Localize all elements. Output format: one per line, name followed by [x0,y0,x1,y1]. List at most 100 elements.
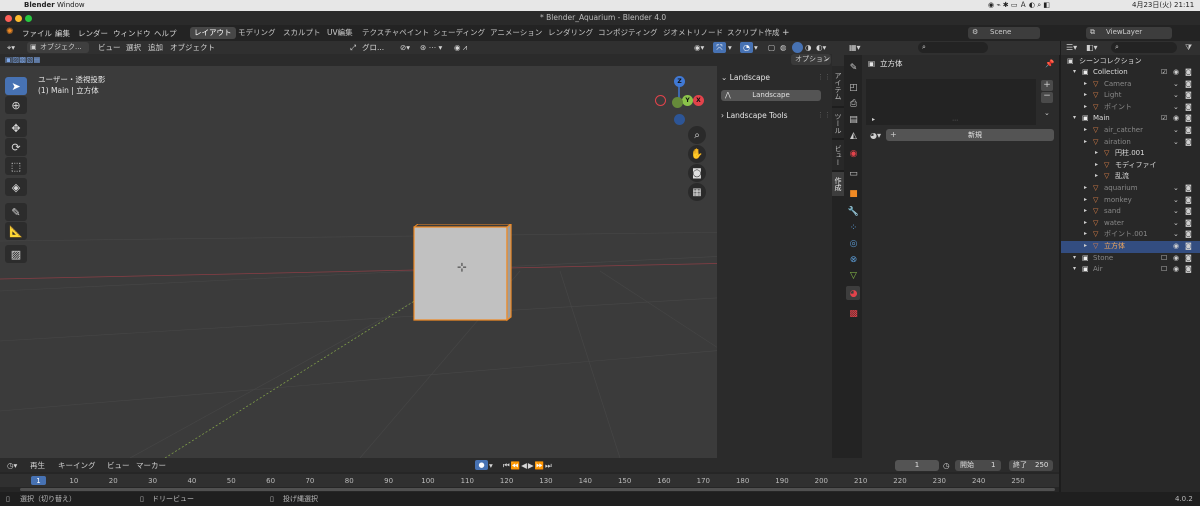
eye-icon[interactable]: ⌄ [1173,185,1179,192]
gizmo-toggle-icon[interactable]: ⤧ [713,42,726,53]
exclude-checkbox[interactable]: ☑ [1161,69,1167,76]
tab-tool[interactable]: ツール [832,108,844,138]
world-props-icon[interactable]: ◉ [848,148,859,159]
zoom-icon[interactable]: ⌕ [688,126,706,144]
render-camera-icon[interactable]: ◙ [1185,80,1192,88]
eye-icon[interactable]: ◉ [1173,69,1179,76]
eye-icon[interactable]: ⌄ [1173,196,1179,204]
tab-texture-paint[interactable]: テクスチャペイント [358,27,433,39]
eye-icon[interactable]: ◉ [1173,243,1179,250]
eye-icon[interactable]: ⌄ [1173,231,1179,238]
solid-shading-icon[interactable] [792,42,803,53]
menu-marker[interactable]: マーカー [136,461,166,470]
tab-rendering[interactable]: レンダリング [544,27,597,39]
add-cube-tool[interactable]: ▨ [5,245,27,263]
outliner-row[interactable]: ▸ ▽ 乱流 [1061,171,1200,183]
render-camera-icon[interactable]: ◙ [1185,138,1192,146]
eye-icon[interactable]: ⌄ [1173,103,1179,111]
gizmo-neg-y-icon[interactable] [672,97,683,108]
texture-props-icon[interactable]: ▩ [848,308,859,319]
slot-menu-icon[interactable]: ⌄ [1044,110,1050,117]
landscape-button[interactable]: ⋀ Landscape [721,90,821,101]
xray-icon[interactable]: ▢ [768,43,775,52]
new-material-button[interactable]: + 新規 [886,129,1054,141]
outliner-row[interactable]: ▸ ▽ Light ⌄ ◙ [1061,90,1200,102]
exclude-checkbox[interactable]: ☐ [1161,254,1167,262]
outliner-row[interactable]: ▾ ▣ Collection ☑ ◉ ◙ [1061,67,1200,79]
close-window-button[interactable] [5,14,12,22]
outliner-row[interactable]: ▸ ▽ Camera ⌄ ◙ [1061,79,1200,91]
tool-props-icon[interactable]: ✎ [848,62,859,73]
keying-set-icon[interactable]: ▾ [489,461,493,470]
expand-toggle-icon[interactable]: ▾ [1073,115,1076,121]
pin-icon[interactable]: 📌 [1045,60,1054,68]
landscape-header[interactable]: ⌄ Landscape [721,74,770,82]
render-camera-icon[interactable]: ◙ [1185,196,1192,204]
material-slots-list[interactable] [866,79,1036,125]
display-mode-icon[interactable]: ◧▾ [1086,44,1098,52]
eye-icon[interactable]: ⌄ [1173,219,1179,227]
expand-toggle-icon[interactable]: ▾ [1073,266,1076,272]
3d-viewport[interactable]: ⌖▾ ▣ オブジェク... ビュー 選択 追加 オブジェクト ⤢ グロ... ⊘… [0,41,832,458]
proportional-edit-icon[interactable]: ◉ ⩘ [454,43,467,52]
outliner-row[interactable]: ▸ ▽ 立方体 ◉ ◙ [1061,241,1200,253]
eye-icon[interactable]: ⌄ [1173,138,1179,146]
outliner-row[interactable]: ▸ ▽ ポイント ⌄ ◙ [1061,102,1200,114]
wireframe-shading-icon[interactable]: ◍ [780,43,787,52]
render-camera-icon[interactable]: ◙ [1185,254,1192,262]
drag-handle-icon[interactable]: ⋮⋮ [817,74,831,81]
output-props-icon[interactable]: ⎙ [848,98,859,109]
material-props-icon[interactable]: ◕ [848,288,859,299]
object-props-icon[interactable]: ■ [848,188,859,199]
expand-toggle-icon[interactable]: ▸ [1084,92,1087,98]
outliner-row[interactable]: ▸ ▽ airation ⌄ ◙ [1061,137,1200,149]
tab-modeling[interactable]: モデリング [234,27,280,39]
modifier-props-icon[interactable]: 🔧 [848,206,859,217]
app-menu[interactable]: Blender [24,2,55,9]
playback-controls-icon[interactable]: ⏮⏪◀▶⏩⏭ [503,461,553,470]
outliner-row[interactable]: ▸ ▽ monkey ⌄ ◙ [1061,195,1200,207]
render-props-icon[interactable]: ◰ [848,82,859,93]
select-box-mode-icons[interactable]: ▣▨▩▧▦ [5,55,40,64]
render-camera-icon[interactable]: ◙ [1185,185,1192,192]
expand-toggle-icon[interactable]: ▸ [1084,231,1087,237]
outliner-row[interactable]: ▸ ▽ モディファイ [1061,160,1200,172]
start-frame-field[interactable]: 開始 1 [955,460,1001,471]
mode-selector[interactable]: ▣ オブジェク... [27,42,89,53]
filter-icon[interactable]: ⧩ [1185,44,1192,52]
gizmo-neg-x-icon[interactable] [655,95,666,106]
outliner-row[interactable]: ▾ ▣ Stone ☐ ◉ ◙ [1061,253,1200,265]
outliner-row[interactable]: ▸ ▽ 円柱.001 [1061,148,1200,160]
menu-keying[interactable]: キーイング [58,461,96,470]
outliner-row[interactable]: ▸ ▽ sand ⌄ ◙ [1061,206,1200,218]
tab-compositing[interactable]: コンポジティング [594,27,662,39]
outliner-row[interactable]: ▸ ▽ air_catcher ⌄ ◙ [1061,125,1200,137]
eye-icon[interactable]: ⌄ [1173,92,1179,99]
move-tool[interactable]: ✥ [5,119,27,137]
expand-toggle-icon[interactable]: ▸ [1084,196,1087,203]
timeline-editor-icon[interactable]: ◷▾ [7,461,17,470]
material-shading-icon[interactable]: ◑ [805,43,812,52]
scrollbar-thumb[interactable] [20,488,1055,491]
scene-props-icon[interactable]: ◭ [848,130,859,141]
expand-toggle-icon[interactable]: ▾ [1073,254,1076,261]
outliner-row[interactable]: ▸ ▽ ポイント.001 ⌄ ◙ [1061,229,1200,241]
expand-toggle-icon[interactable]: ▸ [1095,161,1098,168]
particles-props-icon[interactable]: ⁘ [848,222,859,233]
remove-slot-button[interactable]: − [1041,92,1053,103]
gizmo-x-icon[interactable]: X [693,95,704,106]
expand-toggle-icon[interactable]: ▸ [1084,80,1087,87]
render-camera-icon[interactable]: ◙ [1185,231,1192,238]
expand-toggle-icon[interactable]: ▸ [1084,219,1087,226]
outliner-row[interactable]: ▸ ▽ aquarium ⌄ ◙ [1061,183,1200,195]
snap-icon[interactable]: ⊛ ⋯ ▾ [420,43,442,52]
landscape-tools-header[interactable]: › Landscape Tools [721,112,788,120]
eye-icon[interactable]: ◉ [1173,266,1179,273]
overlays-icon[interactable]: ◔ [740,42,753,53]
render-camera-icon[interactable]: ◙ [1185,127,1192,134]
physics-props-icon[interactable]: ◎ [848,238,859,249]
eye-icon[interactable]: ◉ [1173,115,1179,122]
expand-toggle-icon[interactable]: ▸ [1095,173,1098,179]
pan-hand-icon[interactable]: ✋ [688,145,706,163]
menu-edit[interactable]: 編集 [55,29,70,38]
